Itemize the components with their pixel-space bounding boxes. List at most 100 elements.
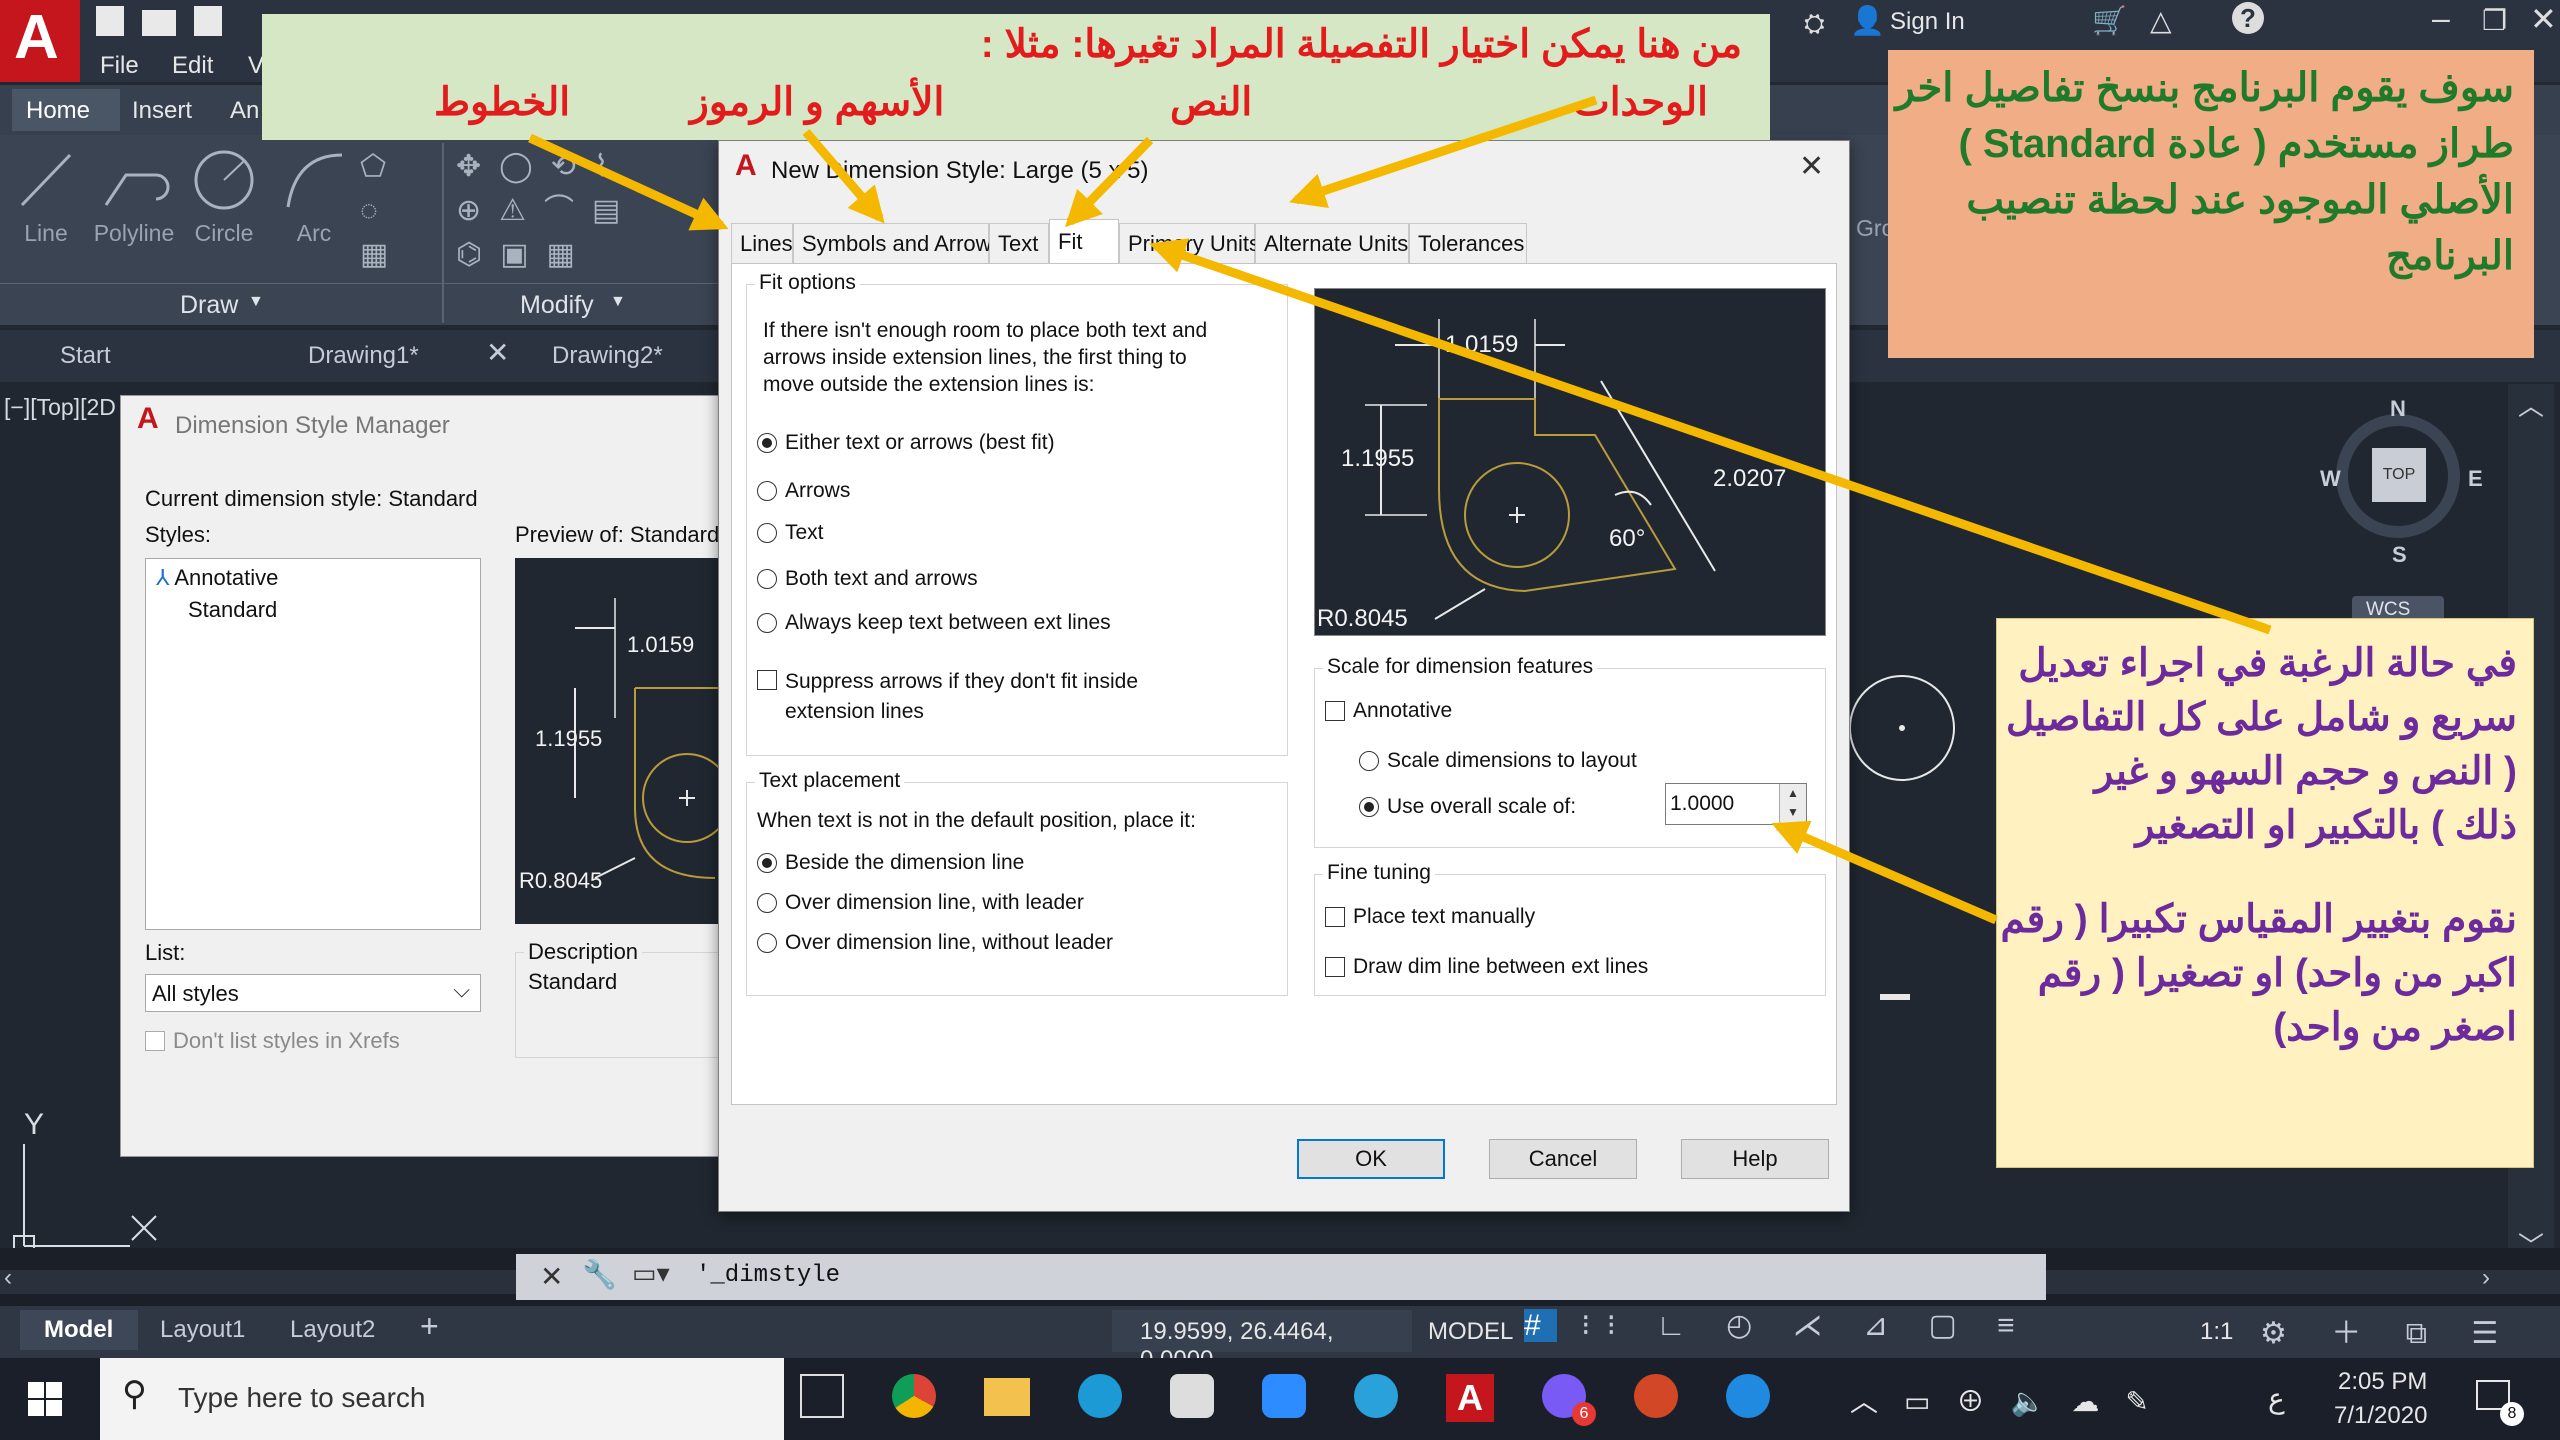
scroll-up-icon[interactable]: ︿ — [2518, 386, 2544, 423]
help-app-icon[interactable] — [1726, 1374, 1770, 1418]
help-icon[interactable]: ? — [2232, 2, 2264, 34]
menu-file[interactable]: File — [100, 52, 139, 80]
file-explorer-icon[interactable] — [984, 1378, 1030, 1416]
autocad-task-icon[interactable]: A — [1446, 1374, 1494, 1422]
user-icon[interactable]: 👤 — [1850, 4, 1885, 37]
binoculars-icon[interactable]: ⛭ — [1804, 8, 1825, 40]
fit-radio-arrows[interactable]: Arrows — [757, 479, 850, 503]
task-view-icon[interactable] — [800, 1374, 844, 1418]
restore-icon[interactable]: ❐ — [2482, 4, 2507, 37]
telegram-icon[interactable] — [1354, 1374, 1398, 1418]
tab-close-icon[interactable]: ✕ — [486, 336, 509, 369]
polyline-tool[interactable]: Polyline — [86, 145, 182, 265]
coordinates-readout[interactable]: 19.9599, 26.4464, 0.0000 — [1112, 1310, 1412, 1373]
photos-icon[interactable] — [1170, 1374, 1214, 1418]
fit-radio-keep[interactable]: Always keep text between ext lines — [757, 611, 1111, 635]
tab-start[interactable]: Start — [60, 342, 111, 370]
dsm-styles-list[interactable]: ⅄ Annotative Standard — [145, 558, 481, 930]
status-right-icons[interactable]: ⚙ ＋ ⧉ ☰ — [2260, 1308, 2550, 1354]
tab-lines[interactable]: Lines — [731, 223, 793, 263]
draw-panel-caret-icon[interactable]: ▼ — [248, 293, 264, 311]
autocad-logo[interactable]: A — [0, 0, 80, 82]
taskbar-search[interactable]: ⚲ Type here to search — [100, 1358, 784, 1440]
dsm-list-select[interactable]: All styles ⌵ — [145, 974, 481, 1012]
help-button[interactable]: Help — [1681, 1139, 1829, 1179]
placement-radio-noleader[interactable]: Over dimension line, without leader — [757, 931, 1113, 955]
windows-start-icon[interactable] — [28, 1382, 62, 1416]
dimension-style-manager[interactable]: A Dimension Style Manager Current dimens… — [120, 395, 733, 1157]
scale-radio-overall[interactable]: Use overall scale of: — [1359, 795, 1576, 819]
spinner-icon[interactable]: ▲ ▼ — [1779, 784, 1806, 822]
sign-in-link[interactable]: Sign In — [1890, 8, 1965, 36]
draw-extra-icons[interactable]: ⬠ ◌ ▦ — [360, 145, 430, 271]
powerpoint-icon[interactable] — [1634, 1374, 1678, 1418]
tab-layout2[interactable]: Layout2 — [290, 1316, 375, 1344]
notification-icon[interactable]: 8 — [2476, 1380, 2524, 1426]
cancel-button[interactable]: Cancel — [1489, 1139, 1637, 1179]
arc-tool[interactable]: Arc — [276, 145, 352, 265]
tab-home[interactable]: Home — [12, 89, 120, 131]
tab-tolerances[interactable]: Tolerances — [1409, 223, 1527, 263]
annotation-scale[interactable]: 1:1 — [2200, 1318, 2233, 1346]
cart-icon[interactable]: 🛒 — [2092, 4, 2127, 37]
clock-time[interactable]: 2:05 PM — [2338, 1368, 2427, 1396]
list-item[interactable]: ⅄ Annotative — [156, 565, 278, 591]
viewcube[interactable]: TOP N S E W — [2320, 396, 2483, 567]
tab-primary-units[interactable]: Primary Units — [1119, 223, 1260, 263]
autodesk-icon[interactable]: △ — [2150, 4, 2172, 37]
modify-icons[interactable]: ✥◯⟲⌇ ⊕⚠⌒▤ ⌬▣▦ — [456, 145, 716, 271]
clock-date[interactable]: 7/1/2020 — [2334, 1402, 2427, 1430]
status-toggles[interactable]: # ⁝⁝ ∟ ◴ ⋌ ⊿ ▢ ≡ — [1524, 1308, 2084, 1354]
suppress-arrows-checkbox[interactable]: Suppress arrows if they don't fit inside… — [757, 667, 1177, 727]
command-wrench-icon[interactable]: 🔧 — [582, 1258, 617, 1291]
dialog-close-icon[interactable]: ✕ — [1799, 149, 1824, 184]
draw-panel-label[interactable]: Draw — [180, 291, 238, 320]
tab-text[interactable]: Text — [989, 223, 1049, 263]
menu-edit[interactable]: Edit — [172, 52, 213, 80]
scroll-left-icon[interactable]: ‹ — [4, 1264, 12, 1292]
tab-symbols-arrows[interactable]: Symbols and Arrows — [793, 223, 1003, 263]
scroll-right-icon[interactable]: › — [2482, 1264, 2490, 1292]
draw-dim-line-checkbox[interactable]: Draw dim line between ext lines — [1325, 955, 1648, 979]
open-file-icon[interactable] — [142, 10, 176, 36]
command-prompt-icon[interactable]: ▭▾ — [632, 1258, 670, 1289]
viber-icon[interactable]: 6 — [1542, 1374, 1596, 1426]
viewcube-top-face[interactable]: TOP — [2372, 448, 2426, 502]
overall-scale-input[interactable]: 1.0000 ▲ ▼ — [1665, 783, 1807, 825]
line-tool[interactable]: Line — [14, 145, 78, 265]
fit-radio-text[interactable]: Text — [757, 521, 824, 545]
modify-panel-label[interactable]: Modify — [520, 291, 594, 320]
tab-insert[interactable]: Insert — [132, 97, 192, 125]
fit-radio-both[interactable]: Both text and arrows — [757, 567, 978, 591]
annotative-checkbox[interactable]: Annotative — [1325, 699, 1452, 723]
tray-icons[interactable]: ︿▭⊕🔈☁✎ — [1850, 1386, 2175, 1417]
command-close-icon[interactable]: ✕ — [540, 1260, 563, 1293]
placement-radio-beside[interactable]: Beside the dimension line — [757, 851, 1024, 875]
circle-tool[interactable]: Circle — [186, 145, 262, 265]
tab-model[interactable]: Model — [20, 1310, 138, 1350]
add-layout-icon[interactable]: + — [420, 1308, 439, 1345]
scale-radio-layout[interactable]: Scale dimensions to layout — [1359, 749, 1637, 773]
tab-layout1[interactable]: Layout1 — [160, 1316, 245, 1344]
list-item[interactable]: Standard — [188, 597, 277, 623]
zoom-icon[interactable] — [1262, 1374, 1306, 1418]
tab-drawing1[interactable]: Drawing1* — [308, 342, 419, 370]
quick-access-icons[interactable] — [96, 6, 222, 36]
input-language[interactable]: ع — [2268, 1382, 2285, 1415]
close-icon[interactable]: ✕ — [2530, 0, 2557, 38]
new-dimension-style-dialog[interactable]: A New Dimension Style: Large (5 x 5) ✕ L… — [718, 140, 1850, 1212]
tab-fit[interactable]: Fit — [1049, 219, 1119, 263]
save-icon[interactable] — [194, 6, 222, 36]
grid-icon[interactable]: # — [1524, 1309, 1557, 1342]
tab-annotate[interactable]: An — [230, 97, 259, 125]
placement-radio-leader[interactable]: Over dimension line, with leader — [757, 891, 1084, 915]
minimize-icon[interactable]: – — [2432, 0, 2450, 37]
place-text-manually-checkbox[interactable]: Place text manually — [1325, 905, 1535, 929]
model-space-button[interactable]: MODEL — [1428, 1318, 1513, 1346]
ok-button[interactable]: OK — [1297, 1139, 1445, 1179]
edge-icon[interactable] — [1078, 1374, 1122, 1418]
dsm-xrefs-checkbox[interactable]: Don't list styles in Xrefs — [145, 1028, 400, 1054]
chrome-icon[interactable] — [892, 1374, 936, 1418]
tab-alternate-units[interactable]: Alternate Units — [1255, 223, 1409, 263]
fit-radio-best[interactable]: Either text or arrows (best fit) — [757, 431, 1055, 455]
